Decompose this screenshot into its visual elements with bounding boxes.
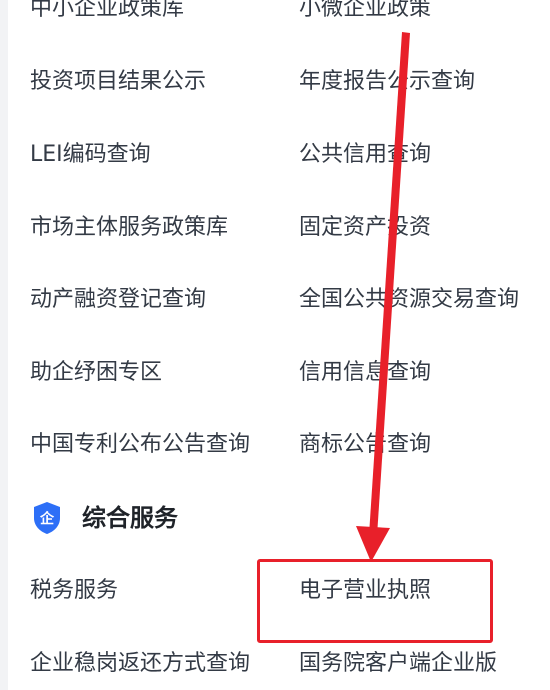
link-movable-property-financing-query[interactable]: 动产融资登记查询 xyxy=(30,285,206,315)
link-trademark-announcement-query[interactable]: 商标公告查询 xyxy=(299,430,431,460)
section-header-comprehensive-services: 企 综合服务 xyxy=(32,500,178,536)
link-fixed-asset-investment[interactable]: 固定资产投资 xyxy=(299,213,431,243)
link-electronic-business-license[interactable]: 电子营业执照 xyxy=(299,576,431,606)
link-patent-announcement-query[interactable]: 中国专利公布公告查询 xyxy=(30,430,250,460)
link-market-entity-policy-library[interactable]: 市场主体服务政策库 xyxy=(30,213,228,243)
left-scroll-strip xyxy=(0,0,8,690)
shield-icon: 企 xyxy=(34,502,60,534)
link-micro-enterprise-policy[interactable]: 小微企业政策 xyxy=(299,0,431,24)
link-enterprise-relief-zone[interactable]: 助企纾困专区 xyxy=(30,358,162,388)
link-state-council-client-enterprise[interactable]: 国务院客户端企业版 xyxy=(299,649,497,679)
link-credit-info-query[interactable]: 信用信息查询 xyxy=(299,358,431,388)
link-public-credit-query[interactable]: 公共信用查询 xyxy=(299,140,431,170)
link-investment-project-results[interactable]: 投资项目结果公示 xyxy=(30,67,206,97)
link-sme-policy-library[interactable]: 中小企业政策库 xyxy=(30,0,184,24)
link-job-stabilization-refund-query[interactable]: 企业稳岗返还方式查询 xyxy=(30,649,250,679)
link-tax-services[interactable]: 税务服务 xyxy=(30,576,118,606)
link-public-resource-trading-query[interactable]: 全国公共资源交易查询 xyxy=(299,285,519,315)
link-annual-report-query[interactable]: 年度报告公示查询 xyxy=(299,67,475,97)
shield-icon-label: 企 xyxy=(39,511,55,528)
section-title: 综合服务 xyxy=(82,504,178,532)
link-lei-code-query[interactable]: LEI编码查询 xyxy=(30,140,151,170)
